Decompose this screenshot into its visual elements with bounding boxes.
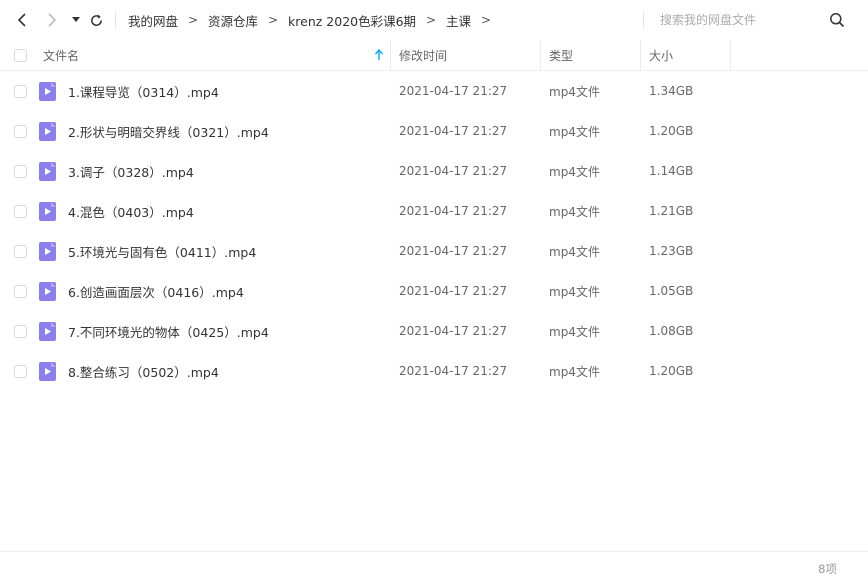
file-row[interactable]: 1.课程导览（0314）.mp4 2021-04-17 21:27 mp4文件 … [0,71,868,111]
file-name[interactable]: 8.整合练习（0502）.mp4 [68,351,219,391]
breadcrumb-item-my-disk[interactable]: 我的网盘 [128,11,178,30]
file-size: 1.08GB [649,324,694,338]
breadcrumb-item-main-course[interactable]: 主课 [446,11,471,30]
row-checkbox[interactable] [14,125,27,138]
file-size: 1.20GB [649,124,694,138]
refresh-button[interactable] [87,11,105,29]
file-type: mp4文件 [549,364,600,379]
breadcrumb-separator: > [268,13,279,27]
refresh-icon [90,13,102,26]
video-file-icon [39,82,56,101]
file-row[interactable]: 2.形状与明暗交界线（0321）.mp4 2021-04-17 21:27 mp… [0,111,868,151]
column-header-modified-label: 修改时间 [399,49,448,63]
file-size: 1.20GB [649,364,694,378]
file-modified: 2021-04-17 21:27 [399,244,508,258]
file-row[interactable]: 6.创造画面层次（0416）.mp4 2021-04-17 21:27 mp4文… [0,271,868,311]
file-name[interactable]: 7.不同环境光的物体（0425）.mp4 [68,311,269,351]
row-checkbox[interactable] [14,85,27,98]
breadcrumb-separator: > [426,13,437,27]
breadcrumb-separator: > [481,13,492,27]
row-checkbox[interactable] [14,245,27,258]
history-dropdown-button[interactable] [67,11,85,29]
row-checkbox[interactable] [14,165,27,178]
file-modified: 2021-04-17 21:27 [399,124,508,138]
file-modified: 2021-04-17 21:27 [399,364,508,378]
file-list: 1.课程导览（0314）.mp4 2021-04-17 21:27 mp4文件 … [0,71,868,391]
sort-ascending-icon[interactable] [374,49,384,61]
video-file-icon [39,242,56,261]
file-size: 1.21GB [649,204,694,218]
file-modified: 2021-04-17 21:27 [399,204,508,218]
column-header-name-label: 文件名 [43,49,80,63]
file-type: mp4文件 [549,164,600,179]
column-header-type[interactable]: 类型 [549,40,639,71]
top-navigation-bar: 我的网盘 > 资源仓库 > krenz 2020色彩课6期 > 主课 > [0,0,868,40]
forward-button[interactable] [43,11,61,29]
breadcrumb-item-resource-repo[interactable]: 资源仓库 [208,11,258,30]
file-name[interactable]: 1.课程导览（0314）.mp4 [68,71,219,111]
column-header-type-label: 类型 [549,49,574,63]
column-header-size[interactable]: 大小 [649,40,729,71]
footer-divider [0,551,868,552]
column-divider[interactable] [540,40,541,71]
breadcrumb: 我的网盘 > 资源仓库 > krenz 2020色彩课6期 > 主课 > [128,0,501,40]
breadcrumb-separator: > [187,13,199,27]
toolbar-divider [115,11,116,29]
row-checkbox[interactable] [14,205,27,218]
file-modified: 2021-04-17 21:27 [399,164,508,178]
file-name[interactable]: 6.创造画面层次（0416）.mp4 [68,271,244,311]
column-divider[interactable] [640,40,641,71]
file-row[interactable]: 3.调子（0328）.mp4 2021-04-17 21:27 mp4文件 1.… [0,151,868,191]
file-modified: 2021-04-17 21:27 [399,284,508,298]
file-type: mp4文件 [549,124,600,139]
file-type: mp4文件 [549,204,600,219]
select-all-checkbox[interactable] [14,49,27,62]
row-checkbox[interactable] [14,365,27,378]
video-file-icon [39,282,56,301]
video-file-icon [39,162,56,181]
breadcrumb-item-course-folder[interactable]: krenz 2020色彩课6期 [288,11,416,30]
file-name[interactable]: 5.环境光与固有色（0411）.mp4 [68,231,256,271]
file-size: 1.14GB [649,164,694,178]
file-type: mp4文件 [549,284,600,299]
video-file-icon [39,322,56,341]
video-file-icon [39,122,56,141]
column-header-size-label: 大小 [649,49,674,63]
file-row[interactable]: 8.整合练习（0502）.mp4 2021-04-17 21:27 mp4文件 … [0,351,868,391]
column-header-modified[interactable]: 修改时间 [399,40,539,71]
file-type: mp4文件 [549,324,600,339]
file-list-header: 文件名 修改时间 类型 大小 [0,40,868,71]
chevron-right-icon [48,13,57,27]
search-divider [643,11,644,29]
item-count: 8项 [818,562,837,576]
caret-down-icon [72,17,80,22]
row-checkbox[interactable] [14,325,27,338]
column-header-name[interactable]: 文件名 [43,40,388,71]
search-input[interactable] [652,9,822,31]
file-name[interactable]: 2.形状与明暗交界线（0321）.mp4 [68,111,269,151]
select-all-checkbox-cell [14,40,27,71]
row-checkbox[interactable] [14,285,27,298]
file-row[interactable]: 7.不同环境光的物体（0425）.mp4 2021-04-17 21:27 mp… [0,311,868,351]
file-name[interactable]: 4.混色（0403）.mp4 [68,191,194,231]
file-modified: 2021-04-17 21:27 [399,84,508,98]
file-row[interactable]: 4.混色（0403）.mp4 2021-04-17 21:27 mp4文件 1.… [0,191,868,231]
chevron-left-icon [17,13,26,27]
file-row[interactable]: 5.环境光与固有色（0411）.mp4 2021-04-17 21:27 mp4… [0,231,868,271]
video-file-icon [39,362,56,381]
file-type: mp4文件 [549,84,600,99]
file-size: 1.34GB [649,84,694,98]
file-size: 1.05GB [649,284,694,298]
column-divider[interactable] [390,40,391,71]
video-file-icon [39,202,56,221]
file-type: mp4文件 [549,244,600,259]
back-button[interactable] [13,11,31,29]
file-modified: 2021-04-17 21:27 [399,324,508,338]
file-name[interactable]: 3.调子（0328）.mp4 [68,151,194,191]
column-divider[interactable] [730,40,731,71]
search-icon[interactable] [829,12,845,28]
file-size: 1.23GB [649,244,694,258]
